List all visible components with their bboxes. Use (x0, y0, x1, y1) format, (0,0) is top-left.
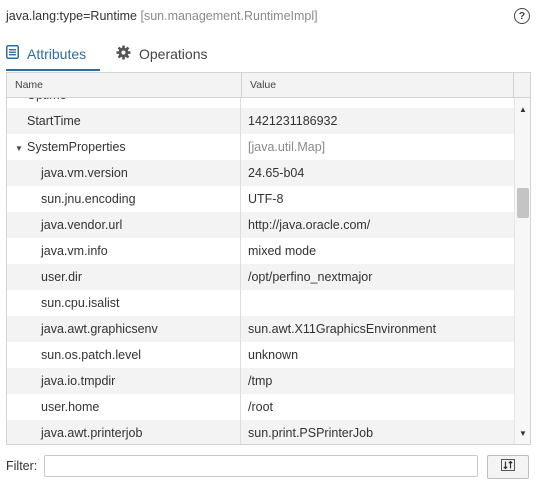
cell-name: java.vm.version (7, 160, 241, 186)
cell-value: UTF-8 (248, 192, 284, 206)
table-header: Name Value (7, 73, 530, 98)
help-icon[interactable]: ? (514, 8, 530, 24)
cell-name: java.awt.graphicsenv (7, 316, 241, 342)
tab-attributes-label: Attributes (27, 45, 87, 62)
cell-name-text: java.awt.printerjob (41, 426, 143, 440)
table-row[interactable]: sun.cpu.isalist (7, 290, 514, 316)
cell-value: /opt/perfino_nextmajor (248, 270, 373, 284)
cell-name-text: StartTime (27, 114, 81, 128)
cell-value: 1421231186932 (248, 114, 338, 128)
cell-name-text: sun.cpu.isalist (41, 296, 120, 310)
tab-operations[interactable]: Operations (116, 38, 226, 69)
cell-name-text: java.vm.info (41, 244, 108, 258)
cell-name-text: user.home (41, 400, 100, 414)
scrollbar-thumb[interactable] (517, 188, 529, 218)
mbean-class: [sun.management.RuntimeImpl] (140, 9, 318, 23)
cell-value (242, 98, 514, 108)
table-row[interactable]: java.awt.printerjob sun.print.PSPrinterJo… (7, 420, 514, 444)
table-row[interactable]: java.vm.version 24.65-b04 (7, 160, 514, 186)
tab-attributes[interactable]: Attributes (6, 38, 100, 71)
cell-name: StartTime (7, 108, 241, 134)
cell-name-text: Uptime (27, 98, 67, 102)
table-row[interactable]: ▼ SystemProperties [java.util.Map] (7, 134, 514, 160)
cell-value: sun.awt.X11GraphicsEnvironment (248, 322, 437, 336)
filter-label: Filter: (6, 459, 38, 473)
tab-bar: Attributes Operations (0, 38, 538, 71)
table-row[interactable]: java.vendor.url http://java.oracle.com/ (7, 212, 514, 238)
sort-icon (501, 458, 515, 476)
filter-input[interactable] (44, 455, 478, 477)
cell-value: 24.65-b04 (248, 166, 305, 180)
expand-toggle-icon[interactable]: ▼ (15, 136, 27, 160)
cell-value (242, 290, 514, 316)
cell-name: java.awt.printerjob (7, 420, 241, 444)
scroll-down-arrow-icon[interactable]: ▼ (519, 429, 527, 438)
cell-value: /root (248, 400, 274, 414)
table-row[interactable]: sun.jnu.encoding UTF-8 (7, 186, 514, 212)
cell-name: sun.os.patch.level (7, 342, 241, 368)
mbean-name: java.lang:type=Runtime (6, 9, 137, 23)
cell-name: java.vendor.url (7, 212, 241, 238)
table-row[interactable]: java.vm.info mixed mode (7, 238, 514, 264)
cell-value: sun.print.PSPrinterJob (248, 426, 374, 440)
cell-name: ▼ SystemProperties (7, 134, 241, 160)
scroll-up-arrow-icon[interactable]: ▲ (519, 105, 527, 114)
cell-value: http://java.oracle.com/ (248, 218, 371, 232)
sort-toggle-button[interactable] (487, 455, 529, 479)
cell-name: java.vm.info (7, 238, 241, 264)
attributes-table: Name Value Uptime StartTime 1421231186932 ▼… (6, 72, 531, 445)
cell-name: sun.jnu.encoding (7, 186, 241, 212)
cell-name: user.home (7, 394, 241, 420)
cell-name-text: sun.os.patch.level (41, 348, 142, 362)
cell-name: java.io.tmpdir (7, 368, 241, 394)
column-header-name[interactable]: Name (7, 73, 242, 97)
cell-name-text: java.awt.graphicsenv (41, 322, 158, 336)
table-rows: Uptime StartTime 1421231186932 ▼SystemPrope… (7, 98, 514, 444)
cell-name-text: SystemProperties (27, 140, 126, 154)
column-header-value[interactable]: Value (242, 73, 514, 97)
cell-name: Uptime (7, 98, 241, 108)
table-row[interactable]: user.dir/opt/perfino_nextmajor (7, 264, 514, 290)
table-row[interactable]: StartTime 1421231186932 (7, 108, 514, 134)
cell-name-text: java.vm.version (41, 166, 128, 180)
cell-value: /tmp (248, 374, 273, 388)
table-row[interactable]: Uptime (7, 98, 514, 108)
cell-name: user.dir (7, 264, 241, 290)
table-row[interactable]: java.io.tmpdir/tmp (7, 368, 514, 394)
cell-value: [java.util.Map] (248, 140, 326, 154)
table-row[interactable]: java.awt.graphicsenv sun.awt.X11GraphicsE… (7, 316, 514, 342)
table-row[interactable]: sun.os.patch.level unknown (7, 342, 514, 368)
cell-value: unknown (248, 348, 299, 362)
cell-name-text: java.io.tmpdir (41, 374, 116, 388)
header-title: java.lang:type=Runtime [sun.management.R… (6, 9, 318, 23)
cell-value: mixed mode (248, 244, 317, 258)
tab-operations-label: Operations (139, 45, 208, 62)
cell-name-text: user.dir (41, 270, 82, 284)
gear-icon (116, 44, 131, 63)
table-row[interactable]: user.home/root (7, 394, 514, 420)
cell-name: sun.cpu.isalist (7, 290, 241, 316)
table-body: Uptime StartTime 1421231186932 ▼SystemPrope… (7, 98, 514, 444)
list-icon (6, 45, 19, 62)
vertical-scrollbar[interactable]: ▲ ▼ (514, 98, 530, 444)
cell-name-text: java.vendor.url (41, 218, 123, 232)
cell-name-text: sun.jnu.encoding (41, 192, 136, 206)
